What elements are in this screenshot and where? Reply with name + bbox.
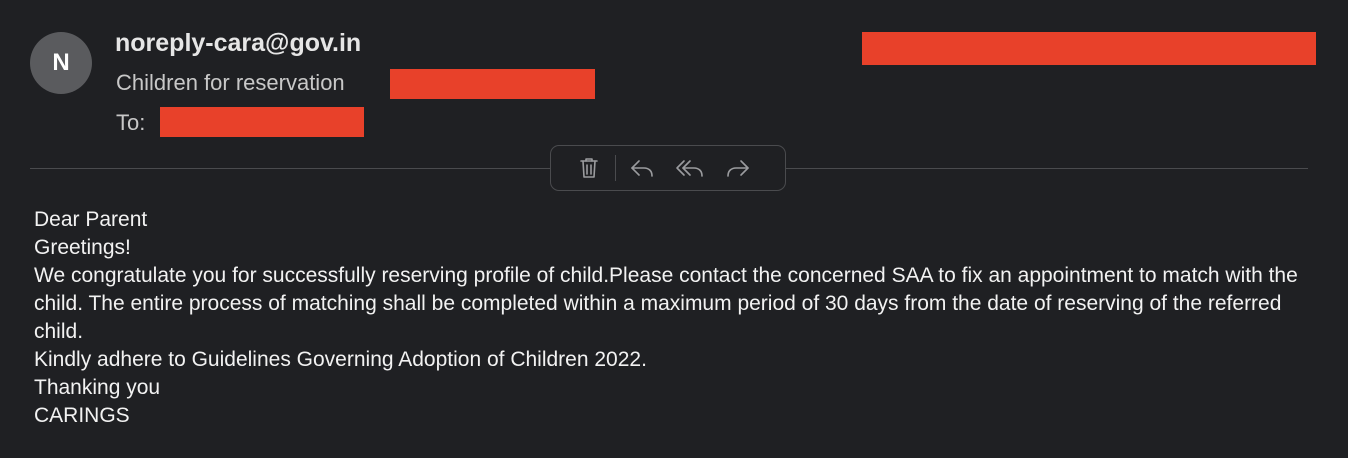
reply-icon: [631, 160, 653, 177]
closing-line: Thanking you: [34, 376, 161, 399]
toolbar-separator: [615, 155, 616, 181]
main-paragraph: We congratulate you for successfully res…: [34, 264, 1298, 343]
message-body: Dear Parent Greetings! We congratulate y…: [34, 206, 1329, 430]
redacted-date: [862, 32, 1316, 65]
avatar-initial: N: [52, 49, 70, 76]
delete-button[interactable]: [569, 148, 609, 188]
reply-all-button[interactable]: [670, 148, 710, 188]
avatar: N: [30, 32, 92, 94]
greetings-line: Greetings!: [34, 236, 131, 259]
sender-address[interactable]: noreply-cara@gov.in: [115, 29, 361, 58]
redacted-subject: [390, 69, 595, 99]
to-label: To:: [116, 110, 146, 135]
guidelines-line: Kindly adhere to Guidelines Governing Ad…: [34, 348, 647, 371]
trash-icon: [580, 158, 598, 178]
forward-icon: [727, 160, 749, 177]
reply-button[interactable]: [622, 148, 662, 188]
signature-line: CARINGS: [34, 404, 130, 427]
redacted-recipient: [160, 107, 364, 137]
email-subject: Children for reservation: [116, 70, 345, 95]
reply-all-icon: [676, 160, 703, 177]
message-toolbar: [550, 145, 786, 191]
email-viewer: N noreply-cara@gov.in Children for reser…: [0, 0, 1348, 458]
forward-button[interactable]: [718, 148, 758, 188]
greeting-line: Dear Parent: [34, 208, 148, 231]
